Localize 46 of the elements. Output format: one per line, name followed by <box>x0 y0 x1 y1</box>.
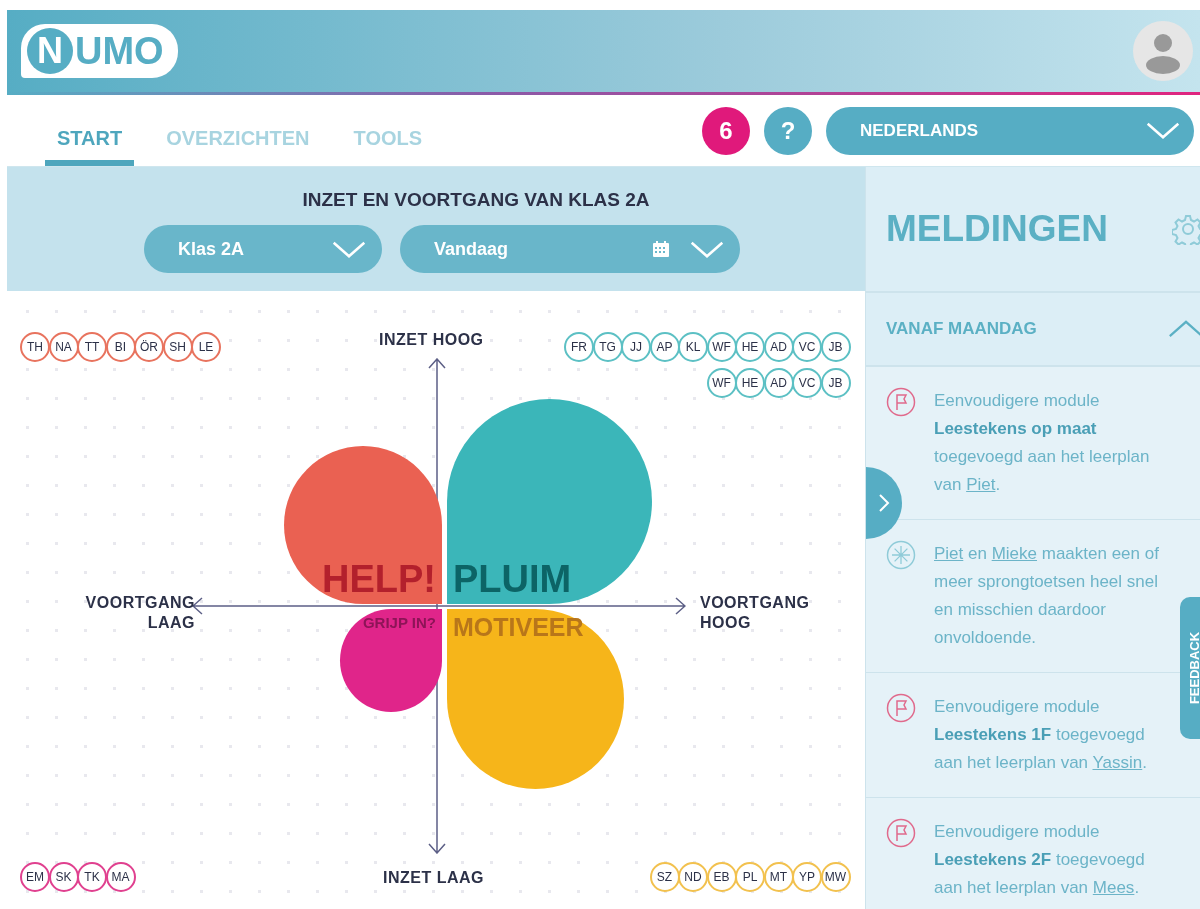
student-chip[interactable]: EM <box>20 862 50 892</box>
student-chip[interactable]: VC <box>792 368 822 398</box>
student-chip[interactable]: AD <box>763 368 794 398</box>
student-chip[interactable]: ND <box>678 862 708 892</box>
overview-title: INZET EN VOORTGANG VAN KLAS 2A <box>302 189 650 211</box>
notification-text: Eenvoudigere module Leestekens 1F toegevoegd aan het leerplan van Yassin. <box>934 696 1148 774</box>
student-chip[interactable]: KL <box>678 332 708 362</box>
student-chip[interactable]: BI <box>105 332 136 362</box>
student-chip[interactable]: HE <box>735 332 765 362</box>
student-chip[interactable]: TK <box>77 862 107 892</box>
axis-label: INZET HOOG <box>379 331 484 349</box>
student-chip[interactable]: PL <box>735 862 765 892</box>
student-chip[interactable]: HE <box>735 368 765 398</box>
student-chip[interactable]: FR <box>564 332 594 362</box>
student-chip[interactable]: EB <box>706 862 737 892</box>
student-chip[interactable]: AD <box>763 332 794 362</box>
student-chip[interactable]: JB <box>820 332 851 362</box>
axis-label: VOORTGANG LAAG <box>84 593 195 633</box>
notification-text: Eenvoudigere module Leestekens 2F toegevoegd aan het leerplan van Mees. <box>934 821 1146 899</box>
student-chip[interactable]: NA <box>48 332 79 362</box>
notification-count[interactable]: 6 <box>702 106 750 155</box>
axis-label: INZET LAAG <box>383 869 484 887</box>
student-chip[interactable]: TT <box>77 332 107 362</box>
student-chip[interactable]: ÖR <box>134 332 164 362</box>
student-chip[interactable]: TG <box>592 332 623 362</box>
axis-label: VOORTGANG HOOG <box>700 593 811 633</box>
logo-mark: N <box>27 28 73 74</box>
student-chip[interactable]: JB <box>820 368 851 398</box>
student-chip[interactable]: MW <box>820 862 851 892</box>
student-chip[interactable]: SZ <box>649 862 680 892</box>
student-chip[interactable]: SH <box>162 332 193 362</box>
student-chip[interactable]: MA <box>105 862 136 892</box>
student-chip[interactable]: LE <box>191 332 221 362</box>
logo-text: UMO <box>75 29 164 73</box>
student-chip[interactable]: AP <box>649 332 680 362</box>
student-chip[interactable]: WF <box>706 332 737 362</box>
notification-text: Piet en Mieke maakten een of meer sprongtoetsen heel snel en misschien daardoor onvoldoende. <box>934 543 1160 649</box>
panel-title: MELDINGEN <box>886 208 1108 250</box>
notification-text: Eenvoudigere module Leestekens op maat toegevoegd aan het leerplan van Piet. <box>934 390 1151 496</box>
student-chip[interactable]: JJ <box>621 332 651 362</box>
student-chip[interactable]: YP <box>792 862 822 892</box>
student-chip[interactable]: MT <box>763 862 794 892</box>
student-chip[interactable]: VC <box>792 332 822 362</box>
student-chip[interactable]: TH <box>20 332 50 362</box>
student-chip[interactable]: SK <box>48 862 79 892</box>
student-chip[interactable]: WF <box>706 368 737 398</box>
